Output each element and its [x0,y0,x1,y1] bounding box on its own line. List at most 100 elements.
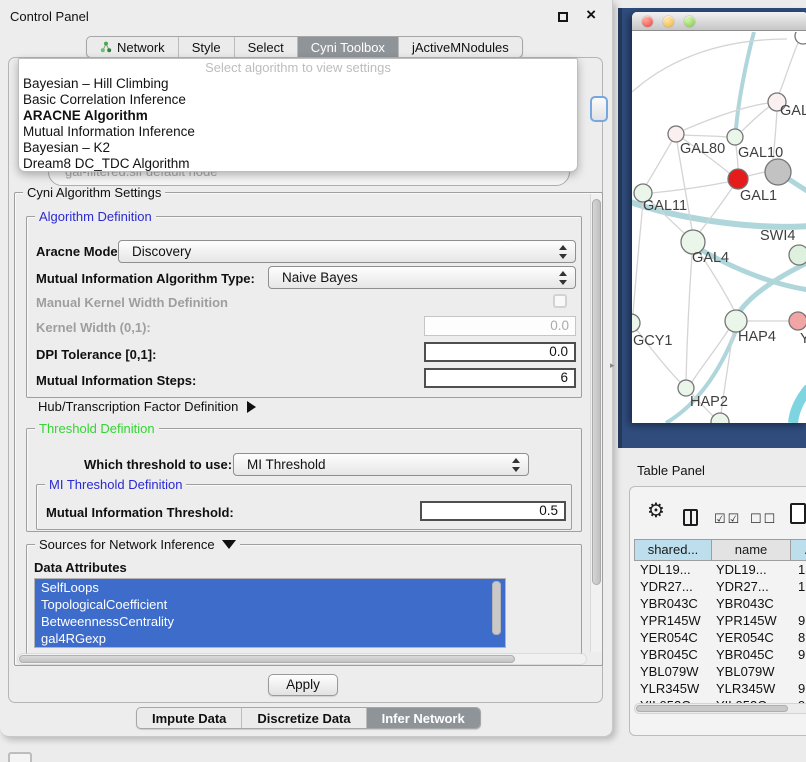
network-node[interactable] [728,169,748,189]
table-cell: YBR045C [716,646,792,663]
spinner-arrows-icon [512,458,521,472]
table-row[interactable]: YER054CYER054C8. [634,629,806,646]
network-node[interactable] [789,245,806,265]
table-row[interactable]: YBL079WYBL079W [634,663,806,680]
attribute-list-item[interactable]: SelfLoops [35,579,505,596]
table-cell [792,595,798,612]
tab-impute-data[interactable]: Impute Data [137,708,241,728]
tab-label: Style [192,37,221,58]
tab-label: Infer Network [382,708,465,729]
mi-threshold-field[interactable]: 0.5 [420,501,566,521]
table-row[interactable]: YBR045CYBR045C9. [634,646,806,663]
table-panel-title: Table Panel [637,463,705,478]
select-all-checkboxes-icon[interactable]: ☑☑ [714,511,741,527]
sources-toggle[interactable]: Sources for Network Inference [35,537,240,552]
attribute-list-item[interactable]: TopologicalCoefficient [35,596,505,613]
table-cell: 9. [792,612,806,629]
minimize-traffic-light[interactable] [663,16,674,27]
which-threshold-select[interactable]: MI Threshold [233,453,529,476]
apply-button[interactable]: Apply [268,674,338,696]
network-window[interactable]: GAL GAL80 GAL10 GAL1 GAL11 SWI4 GAL4 GCY… [632,12,806,423]
table-row[interactable]: YBR043CYBR043C [634,595,806,612]
kernel-width-field[interactable]: 0.0 [424,316,576,336]
dpi-tolerance-field[interactable]: 0.0 [424,342,576,362]
tab-label: Impute Data [152,708,226,729]
scrollbar-thumb[interactable] [636,705,788,712]
algorithm-combo-focus-edge[interactable] [590,96,608,122]
network-edge [736,32,754,129]
tab-label: Discretize Data [257,708,350,729]
network-node-label: GAL [780,103,806,119]
table-cell: YBR045C [634,646,716,663]
network-edge [742,107,769,131]
aracne-mode-select[interactable]: Discovery [118,240,576,263]
tab-network[interactable]: Network [87,37,178,57]
dropdown-item[interactable]: Mutual Information Inference [19,124,577,140]
dropdown-item[interactable]: Dream8 DC_TDC Algorithm [19,156,577,172]
table-cell: 9. [792,646,806,663]
float-window-button[interactable] [558,12,568,22]
gear-icon[interactable]: ⚙ [647,500,665,522]
tab-jactivemnodules[interactable]: jActiveMNodules [398,37,522,57]
network-node[interactable] [795,32,806,44]
collapse-right-icon [247,401,256,413]
table-row[interactable]: YPR145WYPR145W9. [634,612,806,629]
hub-definition-label: Hub/Transcription Factor Definition [38,399,238,414]
hub-definition-toggle[interactable]: Hub/Transcription Factor Definition [38,399,256,414]
table-cell: YBR043C [634,595,716,612]
manual-kernel-checkbox[interactable] [553,294,567,308]
network-node[interactable] [765,159,791,185]
table-horizontal-scrollbar[interactable] [634,703,806,714]
table-row[interactable]: YDL19...YDL19...13 [634,561,806,578]
settings-vertical-scrollbar[interactable] [590,194,602,652]
tab-style[interactable]: Style [178,37,234,57]
tab-label: Select [248,37,284,58]
tab-discretize-data[interactable]: Discretize Data [241,708,365,728]
network-node[interactable] [711,413,729,423]
network-node[interactable] [789,312,806,330]
table-header: shared... name A [634,539,806,561]
scrollbar-thumb[interactable] [19,655,515,663]
network-node-label: SWI4 [760,228,795,244]
attribute-list-item[interactable]: gal4RGexp [35,630,505,647]
network-node[interactable] [727,129,743,145]
column-header-shared-name[interactable]: shared... [634,539,712,561]
settings-horizontal-scrollbar[interactable] [17,653,587,665]
table-row[interactable]: YLR345WYLR345W9. [634,680,806,697]
algorithm-dropdown: Select algorithm to view settings Bayesi… [18,58,578,172]
export-table-icon[interactable] [790,503,806,524]
network-node[interactable] [632,314,640,332]
network-window-titlebar[interactable] [632,12,806,31]
mi-steps-field[interactable]: 6 [424,368,576,388]
dropdown-item[interactable]: ARACNE Algorithm [19,108,577,124]
close-traffic-light[interactable] [642,16,653,27]
mi-type-select[interactable]: Naive Bayes [268,266,576,289]
scrollbar-thumb[interactable] [592,199,601,585]
attribute-list-scrollbar[interactable] [492,581,501,635]
sources-title: Sources for Network Inference [39,537,215,552]
tab-select[interactable]: Select [234,37,297,57]
table-row[interactable]: YDR27...YDR27...12 [634,578,806,595]
network-edge [632,39,787,92]
columns-icon[interactable] [683,509,698,526]
close-icon[interactable]: × [586,5,596,25]
dropdown-item[interactable]: Bayesian – Hill Climbing [19,76,577,92]
column-header-partial[interactable]: A [791,539,806,561]
panel-divider-arrow-icon[interactable]: ▸ [610,360,615,371]
dropdown-item[interactable]: Bayesian – K2 [19,140,577,156]
network-canvas[interactable]: GAL GAL80 GAL10 GAL1 GAL11 SWI4 GAL4 GCY… [632,32,806,423]
network-edge [793,388,806,423]
network-node[interactable] [668,126,684,142]
zoom-traffic-light[interactable] [684,16,695,27]
attribute-list-item[interactable]: BetweennessCentrality [35,613,505,630]
data-attributes-label: Data Attributes [34,560,127,575]
network-edge [633,202,643,314]
column-header-name[interactable]: name [712,539,791,561]
tab-cyni-toolbox[interactable]: Cyni Toolbox [297,37,398,57]
dropdown-item[interactable]: Basic Correlation Inference [19,92,577,108]
deselect-all-checkboxes-icon[interactable]: ☐☐ [750,511,777,527]
tab-infer-network[interactable]: Infer Network [366,708,480,728]
mi-threshold-label: Mutual Information Threshold: [46,505,234,520]
aracne-mode-label: Aracne Mode: [36,244,122,259]
collapsed-panel-button[interactable] [8,752,32,762]
